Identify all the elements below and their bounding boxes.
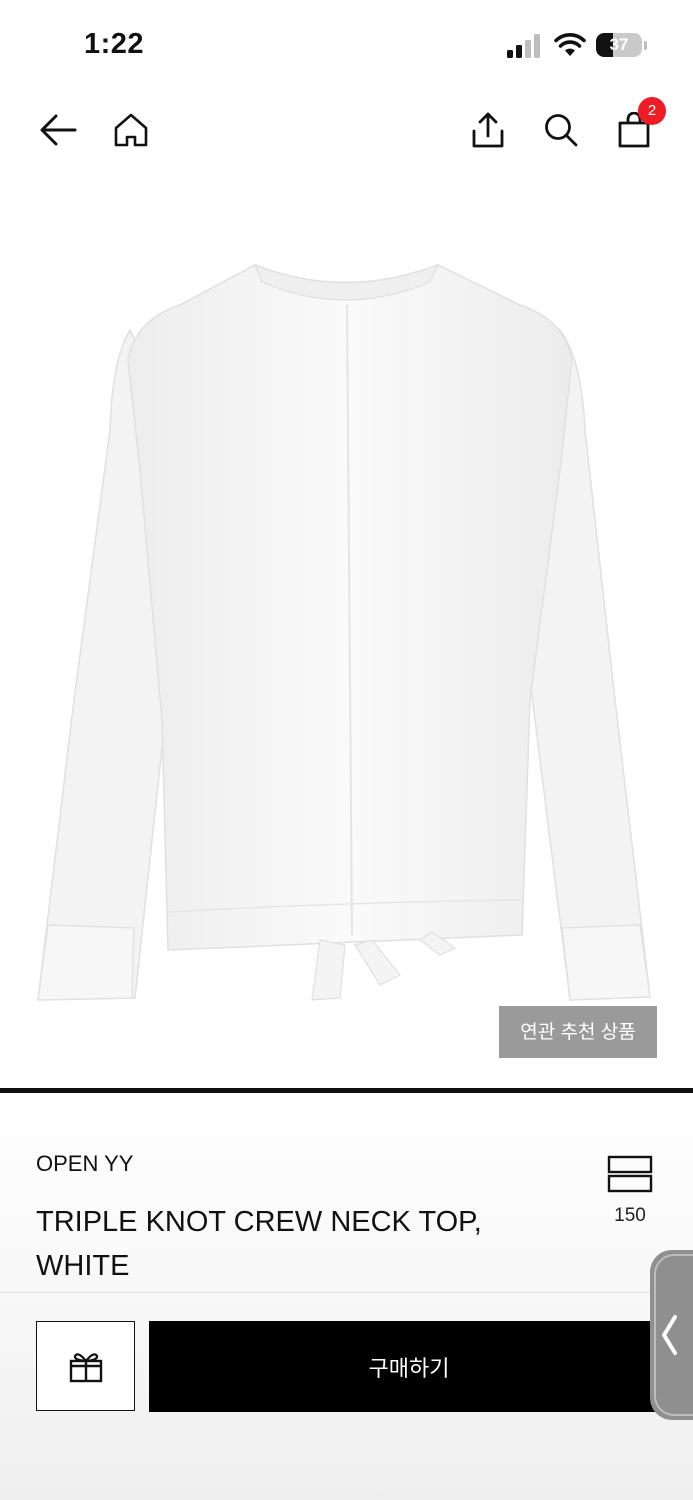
share-icon <box>472 112 504 148</box>
status-bar: 1:22 37 <box>0 0 693 90</box>
gift-button[interactable] <box>36 1321 135 1411</box>
battery-percent: 37 <box>609 35 629 54</box>
search-icon <box>545 114 578 147</box>
shirt-image <box>37 263 651 1001</box>
gift-icon <box>69 1353 102 1383</box>
back-button[interactable] <box>32 104 84 156</box>
brand-name[interactable]: OPEN YY <box>36 1151 133 1177</box>
home-button[interactable] <box>105 104 157 156</box>
action-divider <box>0 1292 693 1293</box>
cellular-signal-icon <box>507 34 540 58</box>
layout-toggle-button[interactable] <box>606 1154 654 1194</box>
buy-button[interactable]: 구매하기 <box>149 1321 669 1412</box>
chevron-left-icon <box>661 1315 677 1355</box>
side-panel-tab[interactable] <box>650 1250 693 1420</box>
battery-indicator: 37 <box>596 33 648 59</box>
product-title: TRIPLE KNOT CREW NECK TOP, WHITE <box>36 1206 482 1282</box>
share-button[interactable] <box>462 104 514 156</box>
layout-count: 150 <box>614 1205 646 1226</box>
product-image[interactable] <box>0 170 693 1088</box>
grid-layout-icon <box>607 1155 653 1193</box>
back-arrow-icon <box>40 114 77 146</box>
home-icon <box>114 113 148 147</box>
search-button[interactable] <box>535 104 587 156</box>
cart-count-badge: 2 <box>638 97 666 125</box>
top-navigation <box>0 90 693 170</box>
wifi-icon <box>554 33 586 56</box>
related-products-button[interactable]: 연관 추천 상품 <box>499 1006 657 1058</box>
status-time: 1:22 <box>84 28 145 60</box>
